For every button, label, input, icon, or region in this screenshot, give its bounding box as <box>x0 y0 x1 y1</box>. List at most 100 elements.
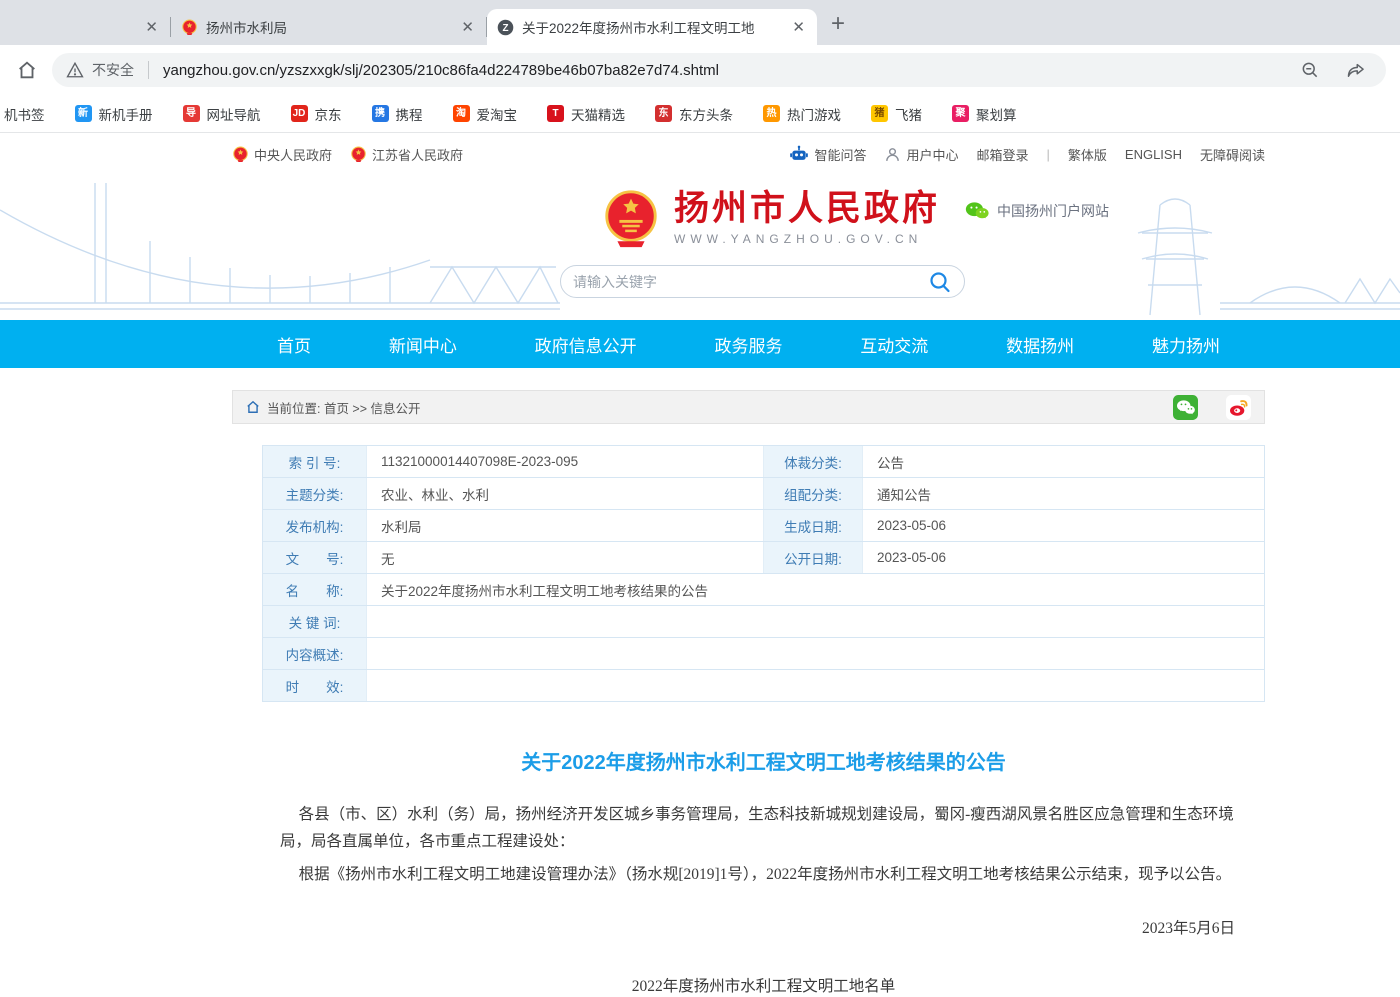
utility-link-label: 邮箱登录 <box>976 145 1028 164</box>
utility-link-0[interactable]: 智能问答 <box>789 144 866 164</box>
nav-item[interactable]: 魅力扬州 <box>1152 332 1220 357</box>
info-table-row: 关 键 词: <box>263 606 1264 638</box>
site-logo[interactable]: 扬州市人民政府 WWW.YANGZHOU.GOV.CN <box>600 187 940 249</box>
info-table-row: 发布机构:水利局生成日期:2023-05-06 <box>263 510 1264 542</box>
article: 关于2022年度扬州市水利工程文明工地考核结果的公告 各县（市、区）水利（务）局… <box>262 746 1265 996</box>
bookmark-item[interactable]: 机书签 <box>4 104 45 124</box>
home-button[interactable] <box>14 57 40 83</box>
bookmark-favicon-icon: 热 <box>763 105 780 122</box>
gov-portal-link[interactable]: 江苏省人民政府 <box>350 145 463 164</box>
info-table-row: 主题分类:农业、林业、水利组配分类:通知公告 <box>263 478 1264 510</box>
bookmark-item[interactable]: 导网址导航 <box>183 104 261 124</box>
bookmark-item[interactable]: 东东方头条 <box>655 104 733 124</box>
bookmark-label: 新机手册 <box>99 104 153 124</box>
bookmarks-bar: 机书签 新新机手册 导网址导航 JD京东 携携程 淘爱淘宝 T天猫精选 东东方头条 热热门游戏 猪… <box>0 95 1400 133</box>
breadcrumb-home-icon[interactable] <box>246 400 260 414</box>
search-icon[interactable] <box>928 270 952 294</box>
bookmark-favicon-icon: 导 <box>183 105 200 122</box>
utility-bar: 中央人民政府江苏省人民政府 智能问答用户中心邮箱登录|繁体版ENGLISH无障碍… <box>0 133 1400 175</box>
header-art-tower-right <box>1090 175 1400 320</box>
info-table-row: 内容概述: <box>263 638 1264 670</box>
bookmark-label: 携程 <box>396 104 423 124</box>
new-tab-button[interactable]: + <box>831 9 845 39</box>
share-icon[interactable] <box>1346 60 1366 80</box>
bookmark-favicon-icon: T <box>547 105 564 122</box>
field-label: 主题分类: <box>263 478 367 509</box>
robot-icon <box>789 144 809 164</box>
browser-address-bar: 不安全 yangzhou.gov.cn/yzszxxgk/slj/202305/… <box>0 45 1400 95</box>
bookmark-label: 热门游戏 <box>787 104 841 124</box>
bookmark-item[interactable]: 聚聚划算 <box>952 104 1017 124</box>
tab-water-bureau[interactable]: 扬州市水利局 ✕ <box>171 9 486 45</box>
tab-close-icon[interactable]: ✕ <box>143 18 160 36</box>
national-emblem-icon <box>600 187 662 249</box>
tab-close-icon[interactable]: ✕ <box>459 18 476 36</box>
tab-close-icon[interactable]: ✕ <box>790 18 807 36</box>
portal-link[interactable]: 中国扬州门户网站 <box>965 201 1109 221</box>
field-value: 无 <box>367 542 763 573</box>
svg-text:Z: Z <box>502 23 508 34</box>
utility-link-english[interactable]: ENGLISH <box>1125 147 1182 162</box>
info-table-row: 名 称:关于2022年度扬州市水利工程文明工地考核结果的公告 <box>263 574 1264 606</box>
field-value: 水利局 <box>367 510 763 541</box>
bookmark-item[interactable]: 淘爱淘宝 <box>453 104 518 124</box>
utility-link-6[interactable]: 无障碍阅读 <box>1200 145 1265 164</box>
home-icon <box>16 59 38 81</box>
omnibox[interactable]: 不安全 yangzhou.gov.cn/yzszxxgk/slj/202305/… <box>52 53 1386 87</box>
security-label[interactable]: 不安全 <box>92 60 134 80</box>
tab-active-announcement[interactable]: Z 关于2022年度扬州市水利工程文明工地 ✕ <box>487 9 817 45</box>
field-value: 11321000014407098E-2023-095 <box>367 446 763 477</box>
field-label: 内容概述: <box>263 638 367 669</box>
gov-portal-link[interactable]: 中央人民政府 <box>232 145 332 164</box>
bookmark-item[interactable]: 热热门游戏 <box>763 104 841 124</box>
search-box[interactable] <box>560 265 965 298</box>
bookmark-label: 聚划算 <box>976 104 1017 124</box>
field-label: 生成日期: <box>763 510 863 541</box>
field-value <box>367 606 1264 637</box>
utility-link-label: 无障碍阅读 <box>1200 145 1265 164</box>
tab-title: 关于2022年度扬州市水利工程文明工地 <box>522 17 782 37</box>
url-text[interactable]: yangzhou.gov.cn/yzszxxgk/slj/202305/210c… <box>163 62 1292 79</box>
utility-left-links: 中央人民政府江苏省人民政府 <box>232 145 463 164</box>
bookmark-item[interactable]: JD京东 <box>291 104 342 124</box>
article-title: 关于2022年度扬州市水利工程文明工地考核结果的公告 <box>262 746 1265 775</box>
gov-portal-label: 中央人民政府 <box>254 145 332 164</box>
breadcrumb-text: 当前位置: 首页 >> 信息公开 <box>267 398 1173 417</box>
info-table-row: 文 号:无公开日期:2023-05-06 <box>263 542 1264 574</box>
article-paragraph: 各县（市、区）水利（务）局，扬州经济开发区城乡事务管理局，生态科技新城规划建设局… <box>280 801 1237 855</box>
article-list-title: 2022年度扬州市水利工程文明工地名单 <box>262 974 1265 996</box>
person-icon <box>884 146 901 163</box>
bookmark-item[interactable]: 新新机手册 <box>75 104 153 124</box>
site-url: WWW.YANGZHOU.GOV.CN <box>674 232 940 246</box>
nav-item[interactable]: 首页 <box>277 332 311 357</box>
nav-item[interactable]: 政府信息公开 <box>535 332 637 357</box>
search-input[interactable] <box>573 274 928 290</box>
gov-emblem-icon <box>350 146 367 163</box>
portal-label: 中国扬州门户网站 <box>997 201 1109 221</box>
weibo-share-icon[interactable] <box>1226 395 1251 420</box>
bookmark-favicon-icon: JD <box>291 105 308 122</box>
nav-item[interactable]: 互动交流 <box>860 332 928 357</box>
wechat-icon <box>965 201 989 221</box>
tab-partial[interactable]: ✕ <box>0 9 170 45</box>
browser-tab-strip: ✕ 扬州市水利局 ✕ Z 关于2022年度扬州市水利工程文明工地 ✕ + <box>0 0 1400 45</box>
utility-link-2[interactable]: 邮箱登录 <box>976 145 1028 164</box>
article-body: 各县（市、区）水利（务）局，扬州经济开发区城乡事务管理局，生态科技新城规划建设局… <box>262 801 1265 888</box>
site-name: 扬州市人民政府 <box>674 190 940 229</box>
utility-link-4[interactable]: 繁体版 <box>1068 145 1107 164</box>
wechat-share-icon[interactable] <box>1173 395 1198 420</box>
zoom-out-icon[interactable] <box>1300 60 1320 80</box>
nav-item[interactable]: 数据扬州 <box>1006 332 1074 357</box>
main-nav: 首页 新闻中心 政府信息公开 政务服务 互动交流 数据扬州 魅力扬州 <box>0 320 1400 368</box>
bookmark-item[interactable]: 猪飞猪 <box>871 104 922 124</box>
bookmark-item[interactable]: 携携程 <box>372 104 423 124</box>
bookmark-item[interactable]: T天猫精选 <box>547 104 625 124</box>
bookmark-favicon-icon: 新 <box>75 105 92 122</box>
gov-emblem-icon <box>181 19 198 36</box>
field-value: 农业、林业、水利 <box>367 478 763 509</box>
nav-item[interactable]: 政务服务 <box>714 332 782 357</box>
bookmark-favicon-icon: 猪 <box>871 105 888 122</box>
bookmark-favicon-icon: 东 <box>655 105 672 122</box>
nav-item[interactable]: 新闻中心 <box>389 332 457 357</box>
utility-link-1[interactable]: 用户中心 <box>884 145 958 164</box>
